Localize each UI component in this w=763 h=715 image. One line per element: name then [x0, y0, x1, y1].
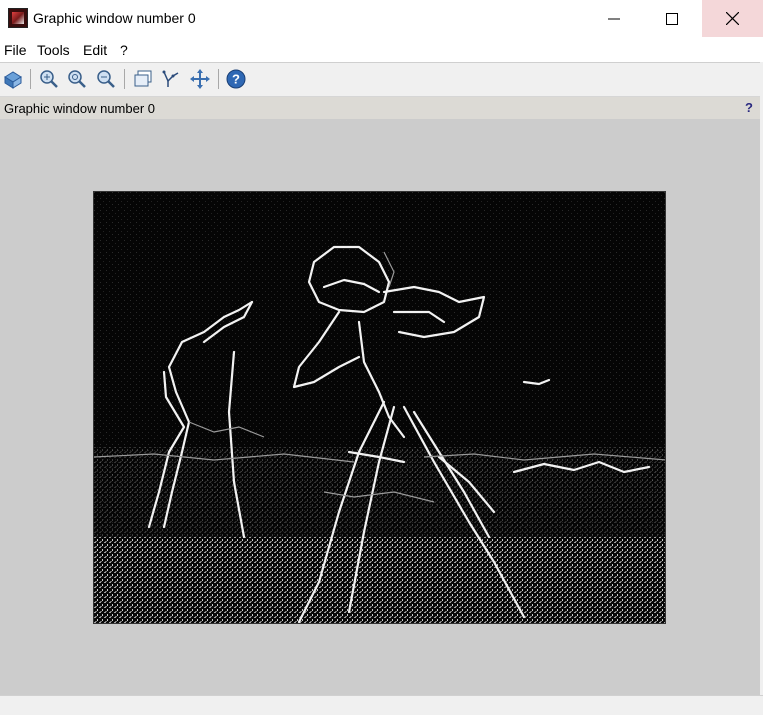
close-button[interactable] — [702, 0, 763, 37]
info-help-icon[interactable]: ? — [745, 100, 753, 115]
menu-file[interactable]: File — [4, 42, 27, 58]
maximize-button[interactable] — [643, 0, 701, 37]
svg-text:?: ? — [232, 72, 240, 87]
toolbar-separator — [30, 69, 31, 89]
zoom-in-button[interactable] — [38, 68, 60, 90]
window-title: Graphic window number 0 — [33, 10, 196, 26]
menu-tools[interactable]: Tools — [37, 42, 70, 58]
graphic-canvas[interactable] — [0, 119, 760, 695]
rotate-3d-button[interactable] — [2, 68, 24, 90]
zoom-original-icon — [68, 70, 86, 88]
menu-bar: File Tools Edit ? — [0, 37, 763, 63]
edit-axes-button[interactable] — [160, 68, 182, 90]
menu-edit[interactable]: Edit — [83, 42, 107, 58]
datatip-button[interactable] — [132, 68, 154, 90]
pan-icon — [190, 69, 210, 89]
toolbar: ? — [0, 63, 763, 97]
info-bar-text: Graphic window number 0 — [4, 101, 156, 116]
edit-axes-icon — [162, 70, 179, 87]
datatip-icon — [134, 70, 152, 87]
toolbar-separator — [218, 69, 219, 89]
zoom-original-button[interactable] — [66, 68, 88, 90]
zoom-out-icon — [97, 70, 115, 88]
scilab-app-icon — [8, 8, 28, 28]
minimize-button[interactable] — [585, 0, 643, 37]
menu-help[interactable]: ? — [120, 42, 128, 58]
zoom-out-button[interactable] — [95, 68, 117, 90]
maximize-icon — [666, 12, 678, 25]
close-icon — [726, 12, 739, 25]
edge-image-plot[interactable] — [93, 191, 666, 624]
minimize-icon — [608, 18, 620, 19]
toolbar-separator — [124, 69, 125, 89]
status-bar — [0, 695, 763, 715]
zoom-in-icon — [40, 70, 58, 88]
pan-button[interactable] — [189, 68, 211, 90]
edge-image — [94, 192, 665, 623]
help-icon: ? — [226, 69, 246, 89]
title-bar: Graphic window number 0 — [0, 0, 763, 37]
help-button[interactable]: ? — [225, 68, 247, 90]
rotate-3d-icon — [4, 71, 22, 89]
info-bar: Graphic window number 0 ? — [0, 97, 763, 119]
